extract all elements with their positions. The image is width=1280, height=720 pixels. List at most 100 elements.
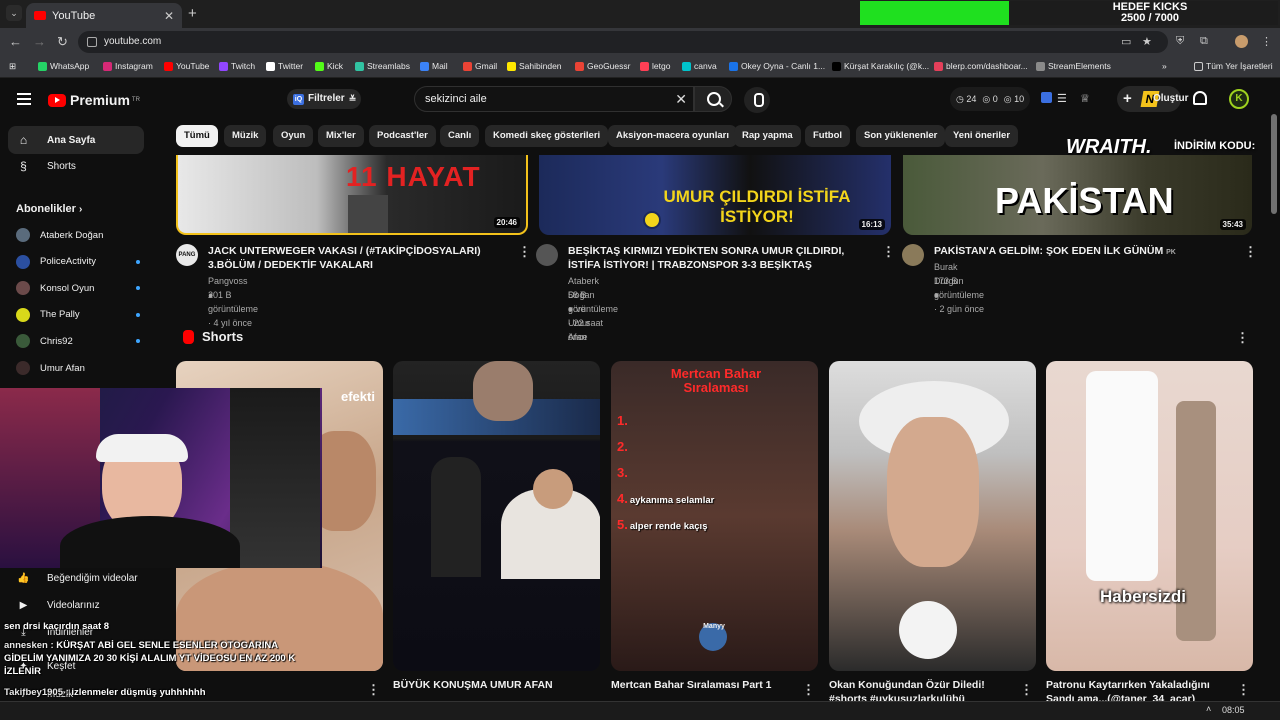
forward-icon[interactable]: → <box>33 34 46 49</box>
tab-close-icon[interactable]: ✕ <box>164 9 174 23</box>
short-card[interactable]: Mertcan Bahar Sıralaması 1. 2. 3. 4. aykanım… <box>611 361 818 671</box>
bookmark-item[interactable]: StreamElements <box>1036 61 1111 71</box>
subscription-item[interactable]: Umur Afan <box>16 361 136 375</box>
subscription-item[interactable]: Ataberk Doğan <box>16 228 136 242</box>
bookmark-item[interactable]: letgo <box>640 61 670 71</box>
filter-chip[interactable]: Canlı <box>440 125 480 147</box>
video-thumbnail[interactable]: PAKİSTAN 35:43 <box>903 155 1252 235</box>
subscription-item[interactable]: The Pally <box>16 307 140 322</box>
bookmarks-overflow-icon[interactable]: » <box>1162 61 1167 71</box>
channel-avatar[interactable] <box>536 244 558 266</box>
video-stats: 201 B görüntüleme · 4 yıl önce <box>208 290 259 328</box>
watermark-text: Manyy <box>703 623 725 630</box>
channel-avatar[interactable]: PANG <box>176 244 198 266</box>
search-input[interactable]: sekizinci aile ✕ <box>414 86 694 112</box>
extensions-icon[interactable]: ⧉ <box>1200 35 1208 48</box>
short-title[interactable]: BÜYÜK KONUŞMA UMUR AFAN <box>393 678 583 692</box>
video-more-icon[interactable]: ⋮ <box>1244 244 1257 260</box>
channel-avatar[interactable] <box>902 244 924 266</box>
short-more-icon[interactable]: ⋮ <box>1237 682 1250 698</box>
sidebar-item-home[interactable]: ⌂ Ana Sayfa <box>8 126 144 154</box>
subscription-label: Ataberk Doğan <box>40 229 104 241</box>
bookmark-item[interactable]: Twitter <box>266 61 303 71</box>
video-title[interactable]: BEŞİKTAŞ KIRMIZI YEDİKTEN SONRA UMUR ÇIL… <box>568 244 868 272</box>
video-thumbnail[interactable]: 11 HAYAT 20:46 <box>176 155 528 235</box>
filter-chip[interactable]: Rap yapma <box>734 125 801 147</box>
bookmark-item[interactable]: Okey Oyna - Canlı 1... <box>729 61 825 71</box>
tab-search-icon[interactable]: ⌄ <box>6 5 22 21</box>
page-scrollbar[interactable] <box>1271 114 1277 214</box>
subscription-item[interactable]: PoliceActivity <box>16 254 140 269</box>
short-card[interactable] <box>393 361 600 671</box>
search-button[interactable] <box>694 86 732 112</box>
video-title[interactable]: PAKİSTAN'A GELDİM: ŞOK EDEN İLK GÜNÜM PK <box>934 244 1234 260</box>
new-tab-icon[interactable]: + <box>188 5 197 22</box>
site-info-icon[interactable] <box>87 37 97 47</box>
apps-icon[interactable]: ⊞ <box>9 61 16 72</box>
subscription-item[interactable]: Konsol Oyun <box>16 281 140 296</box>
video-more-icon[interactable]: ⋮ <box>518 244 531 260</box>
all-bookmarks-folder[interactable]: Tüm Yer İşaretleri <box>1194 61 1273 71</box>
bookmark-item[interactable]: Kürşat Karakılıç (@k... <box>832 61 929 71</box>
bookmark-item[interactable]: Kick <box>315 61 343 71</box>
bookmark-star-icon[interactable]: ★ <box>1142 35 1152 48</box>
bookmark-item[interactable]: Gmail <box>463 61 497 71</box>
bookmark-item[interactable]: WhatsApp <box>38 61 89 71</box>
filter-chip[interactable]: Mix'ler <box>318 125 364 147</box>
create-button[interactable]: + N Oluştur <box>1117 86 1189 112</box>
video-more-icon[interactable]: ⋮ <box>882 244 895 260</box>
shorts-more-icon[interactable]: ⋮ <box>1236 330 1249 346</box>
shield-extension-icon[interactable]: ⛨ <box>1176 35 1184 48</box>
voice-search-icon[interactable] <box>744 87 770 113</box>
account-avatar[interactable]: K <box>1229 89 1249 109</box>
short-card[interactable]: Habersizdi <box>1046 361 1253 671</box>
subscription-item[interactable]: Chris92 <box>16 334 140 349</box>
filter-chip[interactable]: Aksiyon-macera oyunları <box>608 125 737 147</box>
hamburger-menu-icon[interactable] <box>17 93 31 105</box>
short-card[interactable] <box>829 361 1036 671</box>
bookmark-item[interactable]: Sahibinden <box>507 61 562 71</box>
filter-chip[interactable]: Podcast'ler <box>369 125 436 147</box>
cast-icon[interactable]: ▭ <box>1121 35 1131 48</box>
short-title[interactable]: Mertcan Bahar Sıralaması Part 1 <box>611 678 801 692</box>
notifications-bell-icon[interactable] <box>1193 91 1207 105</box>
bookmark-item[interactable]: Instagram <box>103 61 153 71</box>
browser-menu-icon[interactable]: ⋮ <box>1261 35 1272 48</box>
filter-chip[interactable]: Futbol <box>805 125 851 147</box>
filter-chip[interactable]: Yeni öneriler <box>945 125 1019 147</box>
extension-icon[interactable] <box>1041 92 1052 103</box>
filters-button[interactable]: iQ Filtreler ≚ <box>287 89 361 109</box>
video-thumbnail[interactable]: UMUR ÇILDIRDI İSTİFA İSTİYOR! 16:13 <box>539 155 891 235</box>
bookmark-item[interactable]: Twitch <box>219 61 255 71</box>
filter-chip[interactable]: Son yüklenenler <box>856 125 946 147</box>
bookmark-item[interactable]: GeoGuessr <box>575 61 630 71</box>
filter-chip[interactable]: Tümü <box>176 125 218 147</box>
bookmark-item[interactable]: canva <box>682 61 717 71</box>
reload-icon[interactable]: ↻ <box>57 34 68 50</box>
profile-icon[interactable] <box>1235 35 1248 48</box>
bookmark-item[interactable]: YouTube <box>164 61 209 71</box>
subscriptions-header[interactable]: Abonelikler › <box>16 203 82 215</box>
sidebar-item-shorts[interactable]: § Shorts <box>8 152 144 180</box>
back-icon[interactable]: ← <box>9 34 22 49</box>
clear-search-icon[interactable]: ✕ <box>675 87 687 111</box>
trophy-icon[interactable]: ♕ <box>1080 92 1090 105</box>
sidebar-item-play-box[interactable]: ▶ Videolarınız <box>8 591 144 619</box>
short-more-icon[interactable]: ⋮ <box>802 682 815 698</box>
extension-stats-pill[interactable]: ◷ 24 ◎ 0 ◎ 10 <box>950 87 1030 111</box>
list-extension-icon[interactable]: ☰ <box>1057 92 1067 105</box>
address-bar[interactable]: youtube.com <box>78 31 1168 53</box>
filter-chip[interactable]: Komedi skeç gösterileri <box>485 125 609 147</box>
filter-chip[interactable]: Oyun <box>273 125 314 147</box>
bookmark-item[interactable]: Streamlabs <box>355 61 410 71</box>
filter-chip[interactable]: Müzik <box>224 125 267 147</box>
bookmark-item[interactable]: blerp.com/dashboar... <box>934 61 1028 71</box>
bookmark-item[interactable]: Mail <box>420 61 448 71</box>
sidebar-item-like[interactable]: 👍 Beğendiğim videolar <box>8 564 144 592</box>
youtube-premium-logo[interactable]: Premium TR <box>48 92 140 108</box>
tray-chevron-icon[interactable]: ˄ <box>1206 704 1211 714</box>
video-title[interactable]: JACK UNTERWEGER VAKASI / (#TAKİPÇİDOSYAL… <box>208 244 508 272</box>
short-more-icon[interactable]: ⋮ <box>367 682 380 698</box>
short-more-icon[interactable]: ⋮ <box>1020 682 1033 698</box>
browser-tab[interactable]: YouTube ✕ <box>26 3 182 28</box>
